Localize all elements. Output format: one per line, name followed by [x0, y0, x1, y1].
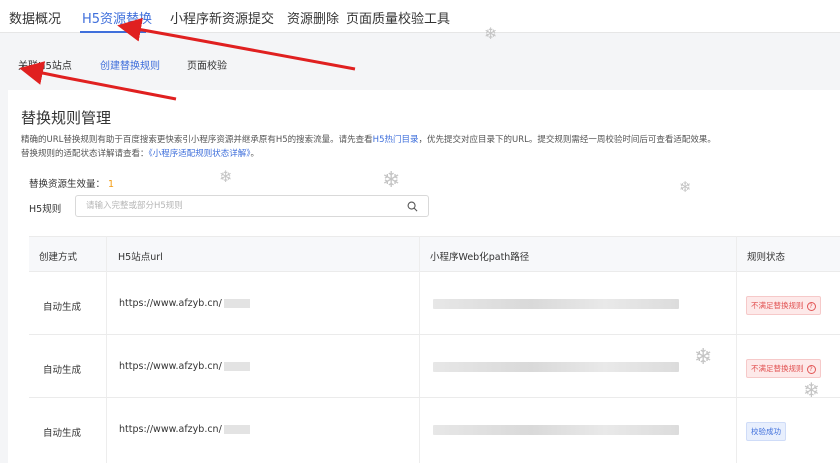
subtab-link-h5-site[interactable]: 关联H5站点	[18, 57, 72, 72]
effective-count-label: 替换资源生效量：	[29, 179, 106, 190]
url-text: https://www.afzyb.cn/	[119, 361, 222, 372]
redacted-path	[433, 299, 679, 309]
h5-rule-search-input[interactable]	[86, 199, 396, 213]
tab-h5-resource-replace[interactable]: H5资源替换	[82, 8, 152, 27]
description-text: 精确的URL替换规则有助于百度搜索更快索引小程序资源并继承原有H5的搜索流量。请…	[21, 135, 373, 145]
h5-rule-search[interactable]	[75, 195, 429, 217]
redacted-block	[223, 299, 250, 308]
question-icon[interactable]: ?	[806, 364, 816, 374]
cell-method: 自动生成	[43, 365, 82, 376]
active-tab-indicator	[80, 31, 146, 33]
status-text: 不满足替换规则	[751, 301, 804, 310]
header-h5-url: H5站点url	[118, 252, 163, 263]
rule-status-doc-link[interactable]: 《小程序适配规则状态详解》	[149, 149, 251, 159]
url-text: https://www.afzyb.cn/	[119, 424, 222, 435]
status-text: 不满足替换规则	[751, 364, 804, 373]
tab-miniprogram-resource-submit[interactable]: 小程序新资源提交	[170, 8, 274, 27]
tab-page-quality-tool[interactable]: 页面质量校验工具	[346, 8, 450, 27]
effective-count: 替换资源生效量： 1	[29, 176, 114, 190]
status-badge: 校验成功	[746, 422, 786, 441]
snowflake-icon: ❄	[382, 168, 401, 193]
description-text: ，优先提交对应目录下的URL。提交规则需经一周校验时间后可查看适配效果。	[418, 135, 716, 145]
red-arrow-to-h5-tab	[117, 17, 356, 71]
tab-resource-delete[interactable]: 资源删除	[287, 8, 339, 27]
table-row: 自动生成 https://www.afzyb.cn/ 校验成功	[29, 398, 840, 461]
header-rule-status: 规则状态	[747, 252, 786, 263]
redacted-path	[433, 425, 679, 435]
snowflake-icon: ❄	[484, 24, 498, 43]
description-text: 。	[250, 149, 260, 159]
table-row: 自动生成 https://www.afzyb.cn/ 不满足替换规则?	[29, 272, 840, 335]
redacted-block	[223, 362, 250, 371]
snowflake-icon: ❄	[803, 378, 820, 402]
header-create-method: 创建方式	[39, 252, 78, 263]
status-badge: 不满足替换规则?	[746, 296, 821, 315]
effective-count-value: 1	[108, 179, 115, 190]
description-text: 替换规则的适配状态详解请查看：	[21, 149, 149, 159]
table-row: 自动生成 https://www.afzyb.cn/ 不满足替换规则?	[29, 335, 840, 398]
description-line-2: 替换规则的适配状态详解请查看：《小程序适配规则状态详解》。	[21, 147, 259, 159]
cell-url: https://www.afzyb.cn/	[119, 424, 250, 435]
redacted-path	[433, 362, 679, 372]
header-web-path: 小程序Web化path路径	[430, 252, 530, 263]
snowflake-icon: ❄	[694, 345, 713, 370]
subtab-page-check[interactable]: 页面校验	[187, 57, 227, 72]
snowflake-icon: ❄	[679, 178, 692, 196]
subtab-create-replace-rule[interactable]: 创建替换规则	[100, 57, 160, 72]
redacted-block	[223, 425, 250, 434]
url-text: https://www.afzyb.cn/	[119, 298, 222, 309]
cell-url: https://www.afzyb.cn/	[119, 298, 250, 309]
cell-url: https://www.afzyb.cn/	[119, 361, 250, 372]
tab-data-overview[interactable]: 数据概况	[9, 8, 61, 27]
description-line-1: 精确的URL替换规则有助于百度搜索更快索引小程序资源并继承原有H5的搜索流量。请…	[21, 133, 716, 145]
top-navigation: 数据概况 H5资源替换 小程序新资源提交 资源删除 页面质量校验工具	[0, 0, 840, 33]
snowflake-icon: ❄	[219, 167, 233, 186]
cell-method: 自动生成	[43, 302, 82, 313]
table-header: 创建方式 H5站点url 小程序Web化path路径 规则状态	[29, 236, 840, 272]
rules-table: 创建方式 H5站点url 小程序Web化path路径 规则状态 自动生成 htt…	[29, 236, 840, 463]
h5-rule-label: H5规则	[29, 204, 62, 215]
status-badge: 不满足替换规则?	[746, 359, 821, 378]
hot-directory-link[interactable]: H5热门目录	[373, 135, 419, 145]
cell-method: 自动生成	[43, 428, 82, 439]
question-icon[interactable]: ?	[806, 301, 816, 311]
page-title: 替换规则管理	[21, 109, 112, 127]
search-icon[interactable]	[407, 201, 418, 212]
